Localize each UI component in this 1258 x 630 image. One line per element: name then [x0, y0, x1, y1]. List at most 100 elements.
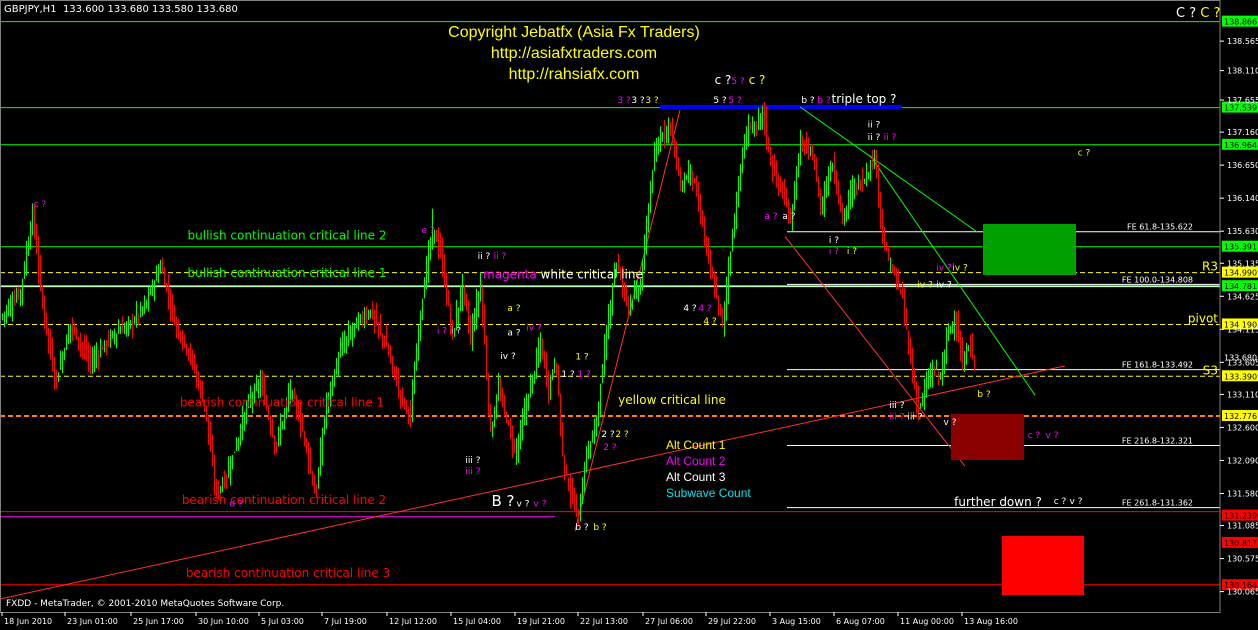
- count-legend: Alt Count 1 Alt Count 2 Alt Count 3 Subw…: [666, 437, 751, 501]
- wave-count-label: i ?: [451, 327, 461, 337]
- wave-count-label: 4 ?: [698, 304, 712, 314]
- wave-count-label: v ?: [517, 499, 530, 509]
- wave-count-label: 5 ?: [713, 96, 727, 106]
- price-tag-label: 131.239: [1224, 512, 1257, 521]
- y-tick-label: 138.110: [1227, 67, 1258, 76]
- fan-line-green-1: [799, 106, 978, 233]
- pivot-level-label: S3: [1203, 363, 1218, 377]
- wave-count-label: iv ?: [952, 264, 968, 274]
- x-tick-label: 25 Jun 17:00: [133, 617, 184, 626]
- pivot-level-label: R3: [1202, 260, 1218, 274]
- copyright-line-3: http://rahsiafx.com: [508, 66, 640, 83]
- y-tick-label: 137.655: [1227, 96, 1258, 105]
- legend-alt-count-3: Alt Count 3: [666, 470, 726, 484]
- y-tick-label: 136.650: [1227, 161, 1258, 170]
- corner-wave-labels: C ? C ?: [1176, 6, 1220, 21]
- y-tick-label: 138.565: [1227, 37, 1258, 46]
- y-tick-label: 132.600: [1227, 423, 1258, 432]
- wave-count-label: ii ?: [868, 121, 881, 131]
- wave-count-label: e ?: [421, 226, 434, 236]
- y-tick-label: 133.605: [1227, 358, 1258, 367]
- wave-count-label: ii ?: [868, 133, 881, 143]
- wave-count-label: iii ?: [889, 401, 904, 411]
- wave-count-label: 2 ?: [603, 443, 617, 453]
- rising-trendline: [0, 365, 1066, 600]
- wave-count-label: 2 ?: [601, 430, 615, 440]
- x-tick-label: 19 Jul 21:00: [517, 617, 565, 626]
- y-tick-label: 130.575: [1227, 555, 1258, 564]
- wave-count-label: 1 ?: [561, 370, 575, 380]
- x-tick-label: 3 Aug 15:00: [772, 617, 821, 626]
- x-tick-label: 18 Jun 2010: [4, 617, 52, 626]
- critical-line-label: bearish continuation critical line 1: [180, 396, 384, 410]
- wave-count-label: iv ?: [936, 264, 952, 274]
- platform-footer: FXDD - MetaTrader, © 2001-2010 MetaQuote…: [6, 599, 285, 609]
- corner-wave-label-white: C ?: [1176, 6, 1197, 21]
- x-tick-label: 6 Aug 07:00: [836, 617, 885, 626]
- y-tick-label: 130.065: [1227, 588, 1258, 597]
- wave-count-label: i ?: [437, 327, 447, 337]
- wave-count-label: 3 ?: [631, 96, 645, 106]
- wave-count-label: v ?: [1046, 431, 1059, 441]
- wave-count-label: b ?: [593, 523, 607, 533]
- wave-count-label: a ?: [507, 328, 520, 338]
- candlestick-chart: FE 61.8-135.622 FE 100.0-134.808 FE 161.8-…: [0, 0, 1258, 626]
- wave-count-label: ii ?: [478, 252, 491, 262]
- wave-count-label: iv ?: [936, 281, 952, 291]
- x-tick-label: 30 Jun 10:00: [198, 617, 249, 626]
- fe-level-label: FE 161.8-133.492: [1122, 361, 1193, 370]
- chart-window: FE 61.8-135.622 FE 100.0-134.808 FE 161.8-…: [0, 0, 1258, 630]
- price-tag-label: 135.391: [1224, 243, 1257, 252]
- wave-count-label: iv ?: [526, 323, 542, 333]
- x-tick-label: 23 Jun 01:00: [67, 617, 118, 626]
- wave-count-label: triple top ?: [832, 92, 897, 106]
- wave-count-label: 5 ?: [728, 96, 742, 106]
- wave-count-label: 3 ?: [645, 96, 659, 106]
- wave-count-label: v ?: [1070, 497, 1083, 507]
- x-tick-label: 7 Jul 19:00: [324, 617, 367, 626]
- fe-level-label: FE 216.8-132.321: [1122, 436, 1193, 445]
- x-tick-label: 5 Jul 03:00: [261, 617, 304, 626]
- ohlc-readout: 133.600 133.680 133.580 133.680: [62, 4, 238, 15]
- x-tick-label: 12 Jul 12:00: [389, 617, 437, 626]
- y-tick-label: 131.580: [1227, 489, 1258, 498]
- legend-alt-count-1: Alt Count 1: [666, 438, 726, 452]
- wave-count-label: 3 ?: [617, 96, 631, 106]
- price-tag-label: 133.390: [1224, 372, 1257, 381]
- pivot-level-label: pivot: [1188, 311, 1218, 325]
- fe-level-label: FE 261.8-131.362: [1122, 499, 1193, 508]
- wave-count-label: a ?: [764, 212, 777, 222]
- price-tag-label: 132.776: [1224, 412, 1257, 421]
- y-tick-label: 134.115: [1227, 325, 1258, 334]
- price-tag-label: 130.817: [1224, 539, 1257, 548]
- copyright-line-2: http://asiafxtraders.com: [490, 45, 658, 62]
- wave-count-label: b ?: [817, 96, 831, 106]
- target-zone-darkred: [951, 414, 1024, 460]
- wave-count-label: b ?: [801, 96, 815, 106]
- wave-count-label: 2 ?: [615, 430, 629, 440]
- y-tick-label: 134.625: [1227, 292, 1258, 301]
- wave-count-label: 4 ?: [703, 317, 717, 327]
- wave-count-label: B ?: [491, 492, 514, 510]
- x-tick-label: 27 Jul 06:00: [645, 617, 693, 626]
- wave-count-label: i ?: [847, 247, 857, 257]
- wave-count-label: b ?: [977, 390, 991, 400]
- wave-count-label: v ?: [944, 418, 957, 428]
- y-tick-label: 132.090: [1227, 456, 1258, 465]
- price-tag-label: 134.781: [1224, 282, 1257, 291]
- wave-count-label: c ?: [34, 200, 47, 210]
- x-tick-label: 29 Jul 22:00: [708, 617, 756, 626]
- copyright-line-1: Copyright Jebatfx (Asia Fx Traders): [448, 24, 700, 41]
- legend-subwave-count: Subwave Count: [666, 486, 751, 500]
- wave-count-label: d ?: [229, 499, 243, 509]
- wave-count-label: iv ?: [917, 281, 933, 291]
- critical-line-label: bullish continuation critical line 1: [188, 266, 387, 280]
- wave-count-label: 1 ?: [577, 370, 591, 380]
- magenta-white-critical-line-label: magenta white critical line: [483, 267, 643, 281]
- wave-count-label: v ?: [534, 499, 547, 509]
- wave-count-label: 1 ?: [575, 352, 589, 362]
- target-zone-green: [983, 224, 1076, 275]
- fe-level-label: FE 61.8-135.622: [1127, 223, 1193, 232]
- chart-header: GBPJPY,H1 133.600 133.680 133.580 133.68…: [4, 4, 238, 15]
- y-tick-label: 135.630: [1227, 227, 1258, 236]
